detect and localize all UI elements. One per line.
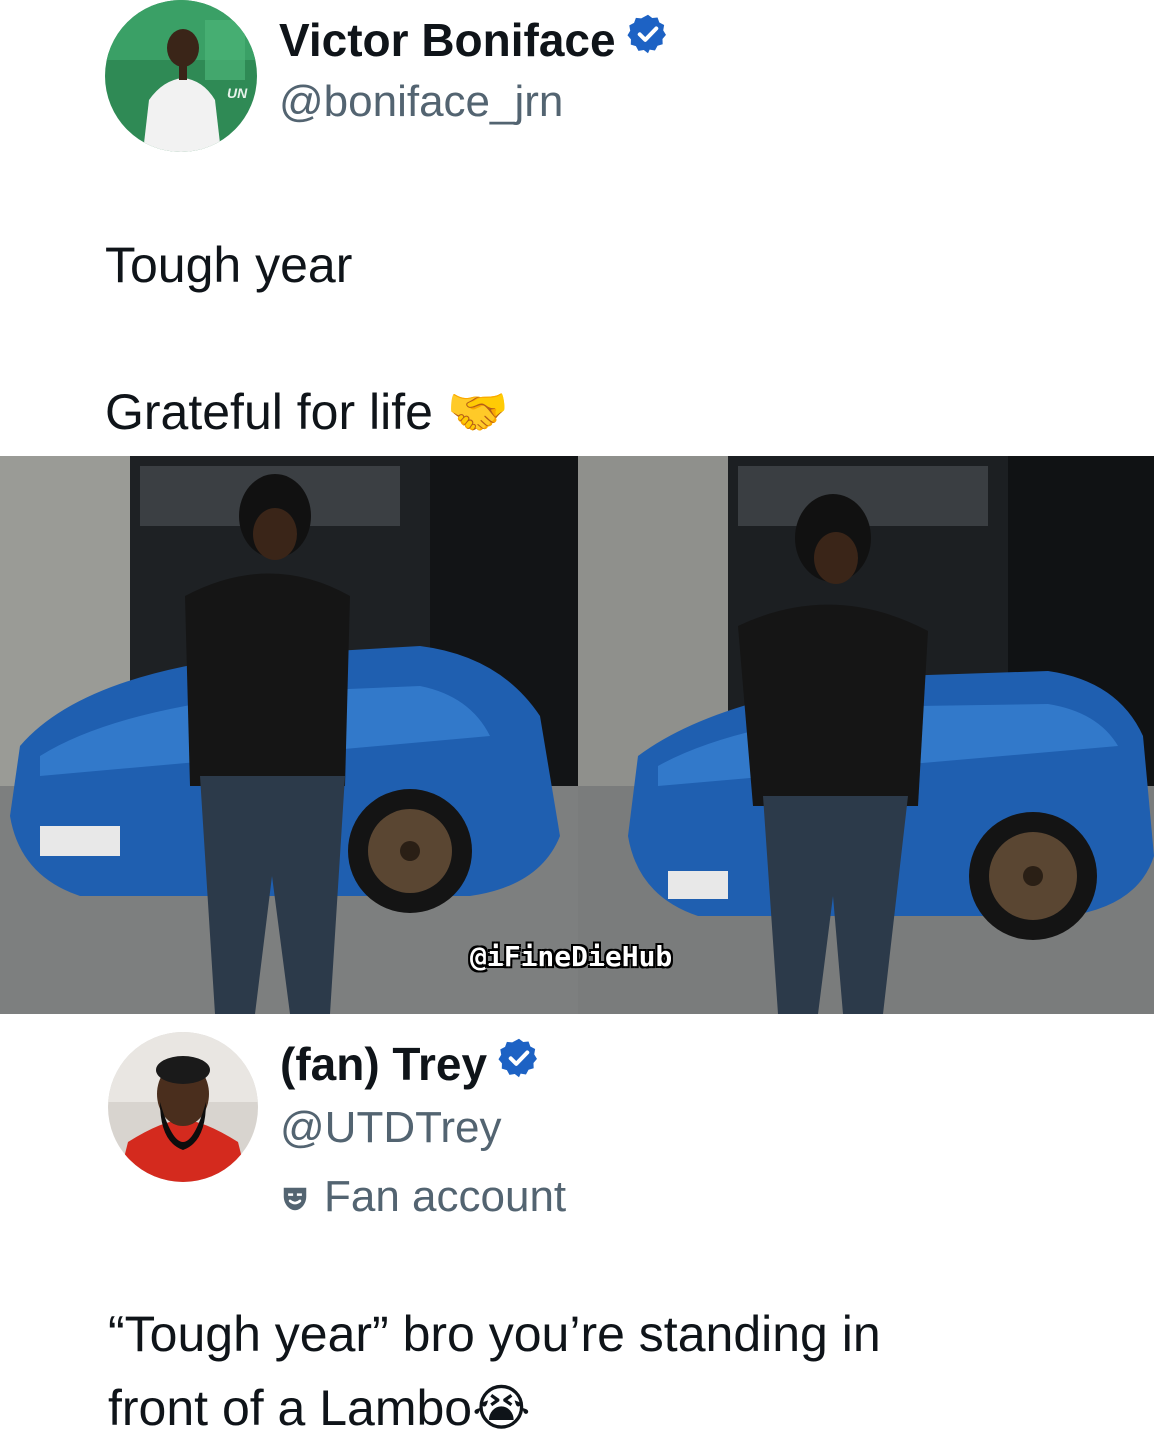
original-author-name[interactable]: Victor Boniface: [279, 12, 616, 68]
reply-tweet-line-1: “Tough year” bro you’re standing in: [108, 1306, 881, 1362]
svg-text:UN: UN: [227, 85, 248, 101]
verified-badge-icon: [626, 12, 670, 68]
fan-account-label: Fan account: [324, 1172, 567, 1221]
original-tweet-line-2: Grateful for life 🤝: [105, 384, 510, 440]
original-tweet-line-1: Tough year: [105, 237, 353, 293]
original-author-handle[interactable]: @boniface_jrn: [279, 72, 670, 132]
theater-mask-icon: [280, 1170, 310, 1230]
trey-avatar[interactable]: [108, 1032, 258, 1182]
photo-left-image: [0, 456, 578, 1014]
photo-right-image: [578, 456, 1154, 1014]
trey-avatar-image: [108, 1032, 258, 1182]
original-tweet-header: UN Victor Boniface @boniface_jrn: [105, 0, 670, 152]
tweet-media[interactable]: [0, 456, 1154, 1014]
boniface-avatar[interactable]: UN: [105, 0, 257, 152]
verified-badge-icon: [497, 1036, 541, 1092]
reply-author-handle[interactable]: @UTDTrey: [280, 1098, 566, 1158]
reply-tweet-line-2: front of a Lambo😭: [108, 1380, 531, 1436]
fan-account-badge: Fan account: [280, 1164, 566, 1230]
reply-tweet-header: (fan) Trey @UTDTrey Fan account: [108, 1032, 566, 1230]
reply-author-name[interactable]: (fan) Trey: [280, 1036, 487, 1092]
photo-left[interactable]: [0, 456, 578, 1014]
media-watermark: @iFineDieHub: [470, 940, 673, 973]
boniface-avatar-image: UN: [105, 0, 257, 152]
photo-right[interactable]: [578, 456, 1154, 1014]
